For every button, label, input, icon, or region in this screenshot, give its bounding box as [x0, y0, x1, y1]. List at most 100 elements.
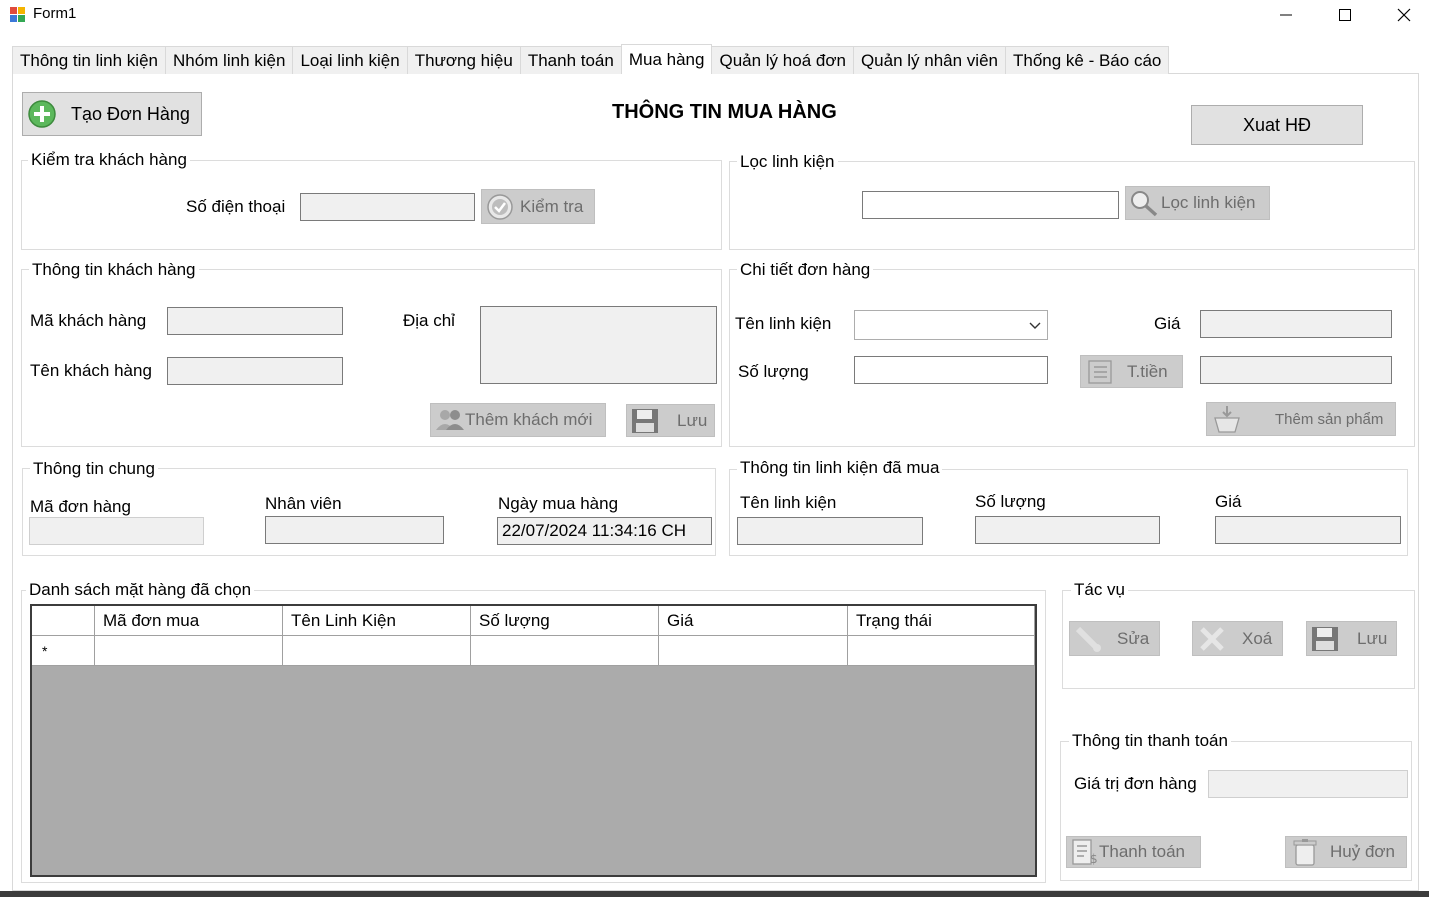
bought-quantity-field[interactable]	[975, 516, 1160, 544]
tab-thong-tin-linh-kien[interactable]: Thông tin linh kiện	[12, 46, 166, 74]
order-value-field[interactable]	[1208, 770, 1408, 798]
app-icon	[9, 6, 26, 23]
floppy-disk-icon	[631, 408, 659, 434]
save-customer-button[interactable]: Lưu	[626, 404, 715, 437]
save-actions-button[interactable]: Lưu	[1306, 621, 1397, 656]
customer-info-group-label: Thông tin khách hàng	[29, 260, 199, 280]
customer-name-label: Tên khách hàng	[30, 361, 152, 380]
payment-group-label: Thông tin thanh toán	[1069, 731, 1231, 751]
chevron-down-icon	[1029, 317, 1041, 337]
delete-button-label: Xoá	[1242, 628, 1273, 648]
filter-input[interactable]	[862, 191, 1119, 219]
quantity-label: Số lượng	[738, 362, 809, 381]
grid-column-trang-thai[interactable]: Trạng thái	[848, 606, 1035, 636]
tab-quan-ly-hoa-don[interactable]: Quản lý hoá đơn	[711, 46, 854, 74]
tab-loai-linh-kien[interactable]: Loại linh kiện	[292, 46, 408, 74]
create-order-label: Tạo Đơn Hàng	[71, 103, 190, 124]
total-field[interactable]	[1200, 356, 1392, 384]
title-bar: Form1	[0, 0, 1429, 30]
check-button[interactable]: Kiểm tra	[481, 189, 595, 224]
add-icon	[27, 99, 57, 129]
grid-column-so-luong[interactable]: Số lượng	[471, 606, 659, 636]
export-invoice-button[interactable]: Xuat HĐ	[1191, 105, 1363, 145]
tab-thanh-toan[interactable]: Thanh toán	[519, 46, 622, 74]
grid-column-gia[interactable]: Giá	[659, 606, 848, 636]
phone-input[interactable]	[300, 193, 475, 221]
filter-group-label: Lọc linh kiện	[737, 152, 838, 172]
purchase-date-field[interactable]: 22/07/2024 11:34:16 CH	[497, 517, 712, 545]
customer-code-field[interactable]	[167, 307, 343, 335]
trash-icon	[1292, 838, 1318, 866]
tab-nhom-linh-kien[interactable]: Nhóm linh kiện	[164, 46, 294, 74]
phone-label: Số điện thoại	[186, 197, 286, 216]
price-field[interactable]	[1200, 310, 1392, 338]
check-circle-icon	[485, 192, 515, 222]
check-customer-group-label: Kiểm tra khách hàng	[28, 150, 190, 170]
cancel-order-button[interactable]: Huỷ đơn	[1285, 836, 1407, 868]
tab-mua-hang[interactable]: Mua hàng	[620, 44, 713, 74]
table-cell[interactable]	[283, 636, 471, 666]
window-bottom-border	[0, 891, 1429, 897]
order-code-label: Mã đơn hàng	[30, 497, 131, 516]
users-icon	[435, 408, 465, 432]
selected-items-grid[interactable]: Mã đơn mua Tên Linh Kiện Số lượng Giá Tr…	[30, 604, 1037, 877]
edit-button[interactable]: Sửa	[1069, 621, 1160, 656]
total-button[interactable]: T.tiền	[1080, 355, 1183, 388]
filter-button[interactable]: Lọc linh kiện	[1125, 186, 1270, 220]
purchase-date-label: Ngày mua hàng	[498, 494, 619, 513]
order-code-field[interactable]	[29, 517, 204, 545]
grid-row-header-corner[interactable]	[32, 606, 95, 636]
save-actions-label: Lưu	[1357, 628, 1388, 648]
part-name-select[interactable]	[854, 310, 1048, 340]
basket-icon	[1211, 404, 1243, 434]
add-customer-button[interactable]: Thêm khách mới	[430, 403, 606, 437]
tab-strip: Thông tin linh kiện Nhóm linh kiện Loại …	[12, 44, 1170, 74]
minimize-button[interactable]	[1257, 0, 1315, 30]
table-cell[interactable]	[659, 636, 848, 666]
part-name-label: Tên linh kiện	[735, 314, 832, 333]
table-cell[interactable]	[95, 636, 283, 666]
save-customer-label: Lưu	[677, 410, 708, 430]
wrench-icon	[1073, 625, 1103, 653]
add-customer-label: Thêm khách mới	[465, 410, 593, 429]
quantity-input[interactable]	[854, 356, 1048, 384]
tab-quan-ly-nhan-vien[interactable]: Quản lý nhân viên	[852, 46, 1006, 74]
customer-name-field[interactable]	[167, 357, 343, 385]
price-label: Giá	[1154, 314, 1181, 333]
window-title: Form1	[33, 5, 77, 22]
add-product-button[interactable]: Thêm sản phẩm	[1206, 402, 1396, 436]
bought-info-group-label: Thông tin linh kiện đã mua	[737, 458, 943, 478]
filter-button-label: Lọc linh kiện	[1161, 193, 1256, 212]
check-button-label: Kiểm tra	[520, 196, 584, 216]
address-field[interactable]	[480, 306, 717, 384]
staff-label: Nhân viên	[265, 494, 342, 513]
create-order-button[interactable]: Tạo Đơn Hàng	[22, 92, 202, 136]
tab-thong-ke-bao-cao[interactable]: Thống kê - Báo cáo	[1004, 46, 1170, 74]
close-button[interactable]	[1375, 0, 1429, 30]
bought-part-name-field[interactable]	[737, 517, 923, 545]
new-row-marker: *	[32, 636, 95, 666]
page-title: THÔNG TIN MUA HÀNG	[612, 101, 837, 123]
total-button-label: T.tiền	[1127, 361, 1168, 381]
list-icon	[1087, 359, 1113, 385]
staff-field[interactable]	[265, 516, 444, 544]
bought-price-field[interactable]	[1215, 516, 1401, 544]
selected-list-group-label: Danh sách mặt hàng đã chọn	[26, 580, 255, 600]
order-value-label: Giá trị đơn hàng	[1074, 774, 1197, 793]
grid-header-row: Mã đơn mua Tên Linh Kiện Số lượng Giá Tr…	[32, 606, 1035, 636]
delete-button[interactable]: Xoá	[1192, 621, 1283, 656]
table-cell[interactable]	[848, 636, 1035, 666]
table-cell[interactable]	[471, 636, 659, 666]
pay-button[interactable]: $ Thanh toán	[1066, 836, 1201, 868]
tab-thuong-hieu[interactable]: Thương hiệu	[406, 46, 521, 74]
floppy-disk-icon	[1311, 626, 1339, 652]
table-row[interactable]: *	[32, 636, 1035, 666]
bought-part-name-label: Tên linh kiện	[740, 493, 837, 512]
address-label: Địa chỉ	[403, 311, 455, 330]
grid-column-ten-linh-kien[interactable]: Tên Linh Kiện	[283, 606, 471, 636]
bought-price-label: Giá	[1215, 492, 1242, 511]
grid-column-ma-don-mua[interactable]: Mã đơn mua	[95, 606, 283, 636]
edit-button-label: Sửa	[1117, 628, 1150, 648]
svg-text:$: $	[1090, 852, 1098, 865]
maximize-button[interactable]	[1316, 0, 1374, 30]
